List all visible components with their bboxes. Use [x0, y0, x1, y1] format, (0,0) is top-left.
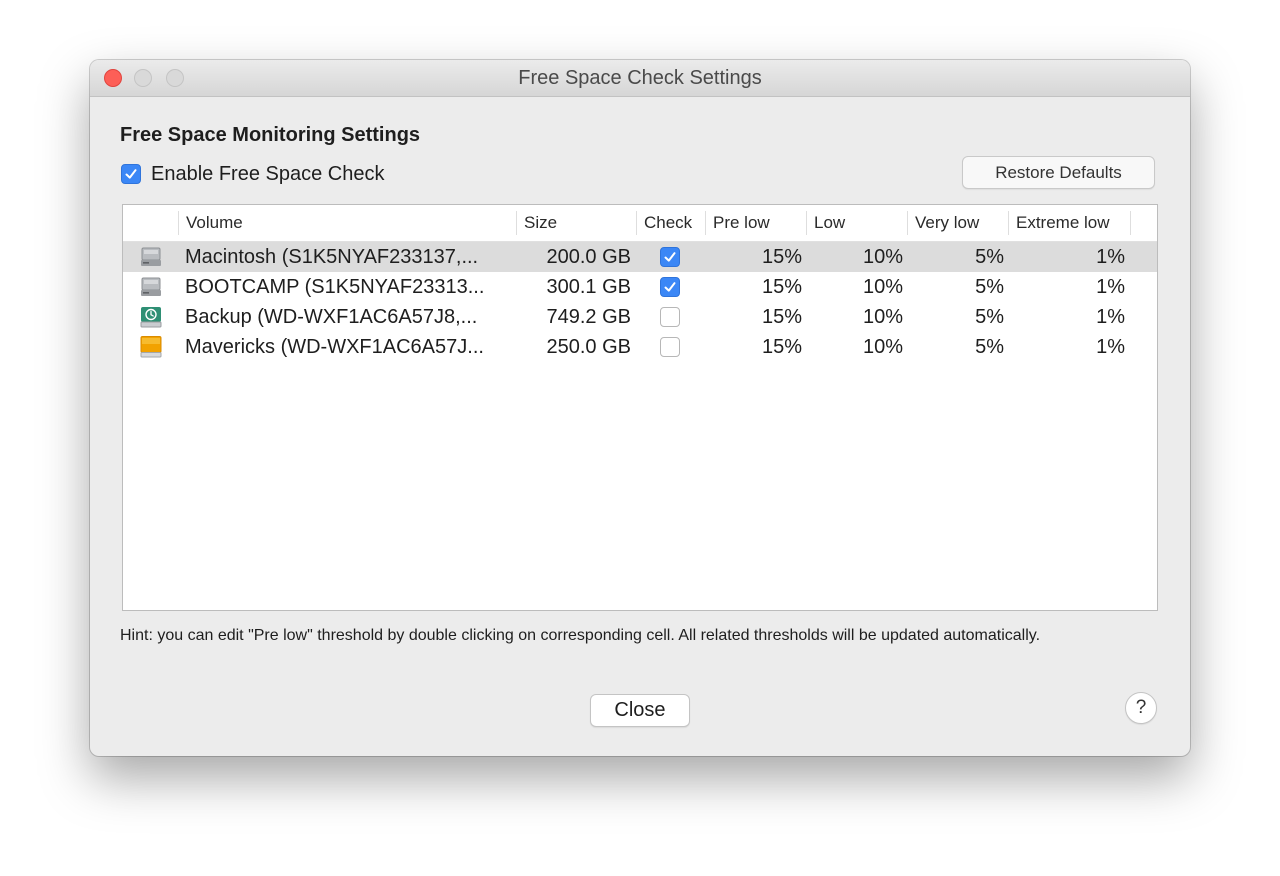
checkmark-icon — [664, 282, 676, 292]
checkmark-icon — [125, 169, 137, 179]
volume-cell: BOOTCAMP (S1K5NYAF23313... — [185, 276, 485, 298]
size-cell: 749.2 GB — [546, 306, 631, 328]
volume-check-checkbox[interactable] — [660, 277, 680, 297]
internal-drive-icon — [139, 245, 163, 269]
title-bar[interactable]: Free Space Check Settings — [90, 60, 1190, 97]
table-header: Volume Size Check Pre low Low Very low E… — [123, 205, 1157, 242]
enable-free-space-check[interactable]: Enable Free Space Check — [121, 162, 384, 186]
very-low-cell: 5% — [975, 276, 1004, 298]
size-cell: 250.0 GB — [546, 336, 631, 358]
enable-checkbox[interactable] — [121, 164, 141, 184]
very-low-cell: 5% — [975, 306, 1004, 328]
column-header-size[interactable]: Size — [517, 205, 637, 241]
enable-checkbox-label: Enable Free Space Check — [151, 162, 385, 185]
pre-low-cell[interactable]: 15% — [706, 272, 802, 302]
column-header-check[interactable]: Check — [637, 205, 706, 241]
internal-drive-icon — [139, 275, 163, 299]
column-header-low[interactable]: Low — [807, 205, 908, 241]
pre-low-cell[interactable]: 15% — [706, 332, 802, 362]
volumes-table: Volume Size Check Pre low Low Very low E… — [122, 204, 1158, 611]
external-drive-icon — [139, 335, 163, 359]
very-low-cell: 5% — [975, 246, 1004, 268]
pre-low-cell[interactable]: 15% — [706, 242, 802, 272]
low-cell: 10% — [862, 246, 903, 268]
low-cell: 10% — [862, 306, 903, 328]
volume-check-checkbox[interactable] — [660, 337, 680, 357]
volume-cell: Backup (WD-WXF1AC6A57J8,... — [185, 306, 478, 328]
window-title: Free Space Check Settings — [518, 67, 762, 89]
extreme-low-cell: 1% — [1096, 306, 1125, 328]
low-cell: 10% — [862, 276, 903, 298]
very-low-cell: 5% — [975, 336, 1004, 358]
volume-cell: Macintosh (S1K5NYAF233137,... — [185, 246, 479, 268]
restore-defaults-button[interactable]: Restore Defaults — [962, 156, 1155, 189]
settings-window: Free Space Check Settings Free Space Mon… — [90, 60, 1190, 756]
close-button[interactable]: Close — [590, 694, 690, 727]
extreme-low-cell: 1% — [1096, 276, 1125, 298]
volume-check-checkbox[interactable] — [660, 307, 680, 327]
time-machine-drive-icon — [139, 305, 163, 329]
table-row[interactable]: Macintosh (S1K5NYAF233137,... 200.0 GB 15%… — [123, 242, 1157, 272]
hint-text: Hint: you can edit "Pre low" threshold b… — [120, 627, 1041, 644]
column-header-volume[interactable]: Volume — [179, 205, 517, 241]
size-cell: 200.0 GB — [546, 246, 631, 268]
low-cell: 10% — [862, 336, 903, 358]
column-header-extreme-low[interactable]: Extreme low — [1009, 205, 1131, 241]
size-cell: 300.1 GB — [546, 276, 631, 298]
table-row[interactable]: Mavericks (WD-WXF1AC6A57J... 250.0 GB 15% 1… — [123, 332, 1157, 362]
volume-cell: Mavericks (WD-WXF1AC6A57J... — [185, 336, 484, 358]
extreme-low-cell: 1% — [1096, 246, 1125, 268]
checkmark-icon — [664, 252, 676, 262]
extreme-low-cell: 1% — [1096, 336, 1125, 358]
help-button[interactable]: ? — [1125, 692, 1157, 724]
volume-check-checkbox[interactable] — [660, 247, 680, 267]
table-row[interactable]: Backup (WD-WXF1AC6A57J8,... 749.2 GB 15% 10… — [123, 302, 1157, 332]
column-header-very-low[interactable]: Very low — [908, 205, 1009, 241]
table-row[interactable]: BOOTCAMP (S1K5NYAF23313... 300.1 GB 15% 10%… — [123, 272, 1157, 302]
pre-low-cell[interactable]: 15% — [706, 302, 802, 332]
column-header-pre-low[interactable]: Pre low — [706, 205, 807, 241]
column-header-icon[interactable] — [123, 205, 179, 241]
section-title: Free Space Monitoring Settings — [120, 124, 421, 146]
